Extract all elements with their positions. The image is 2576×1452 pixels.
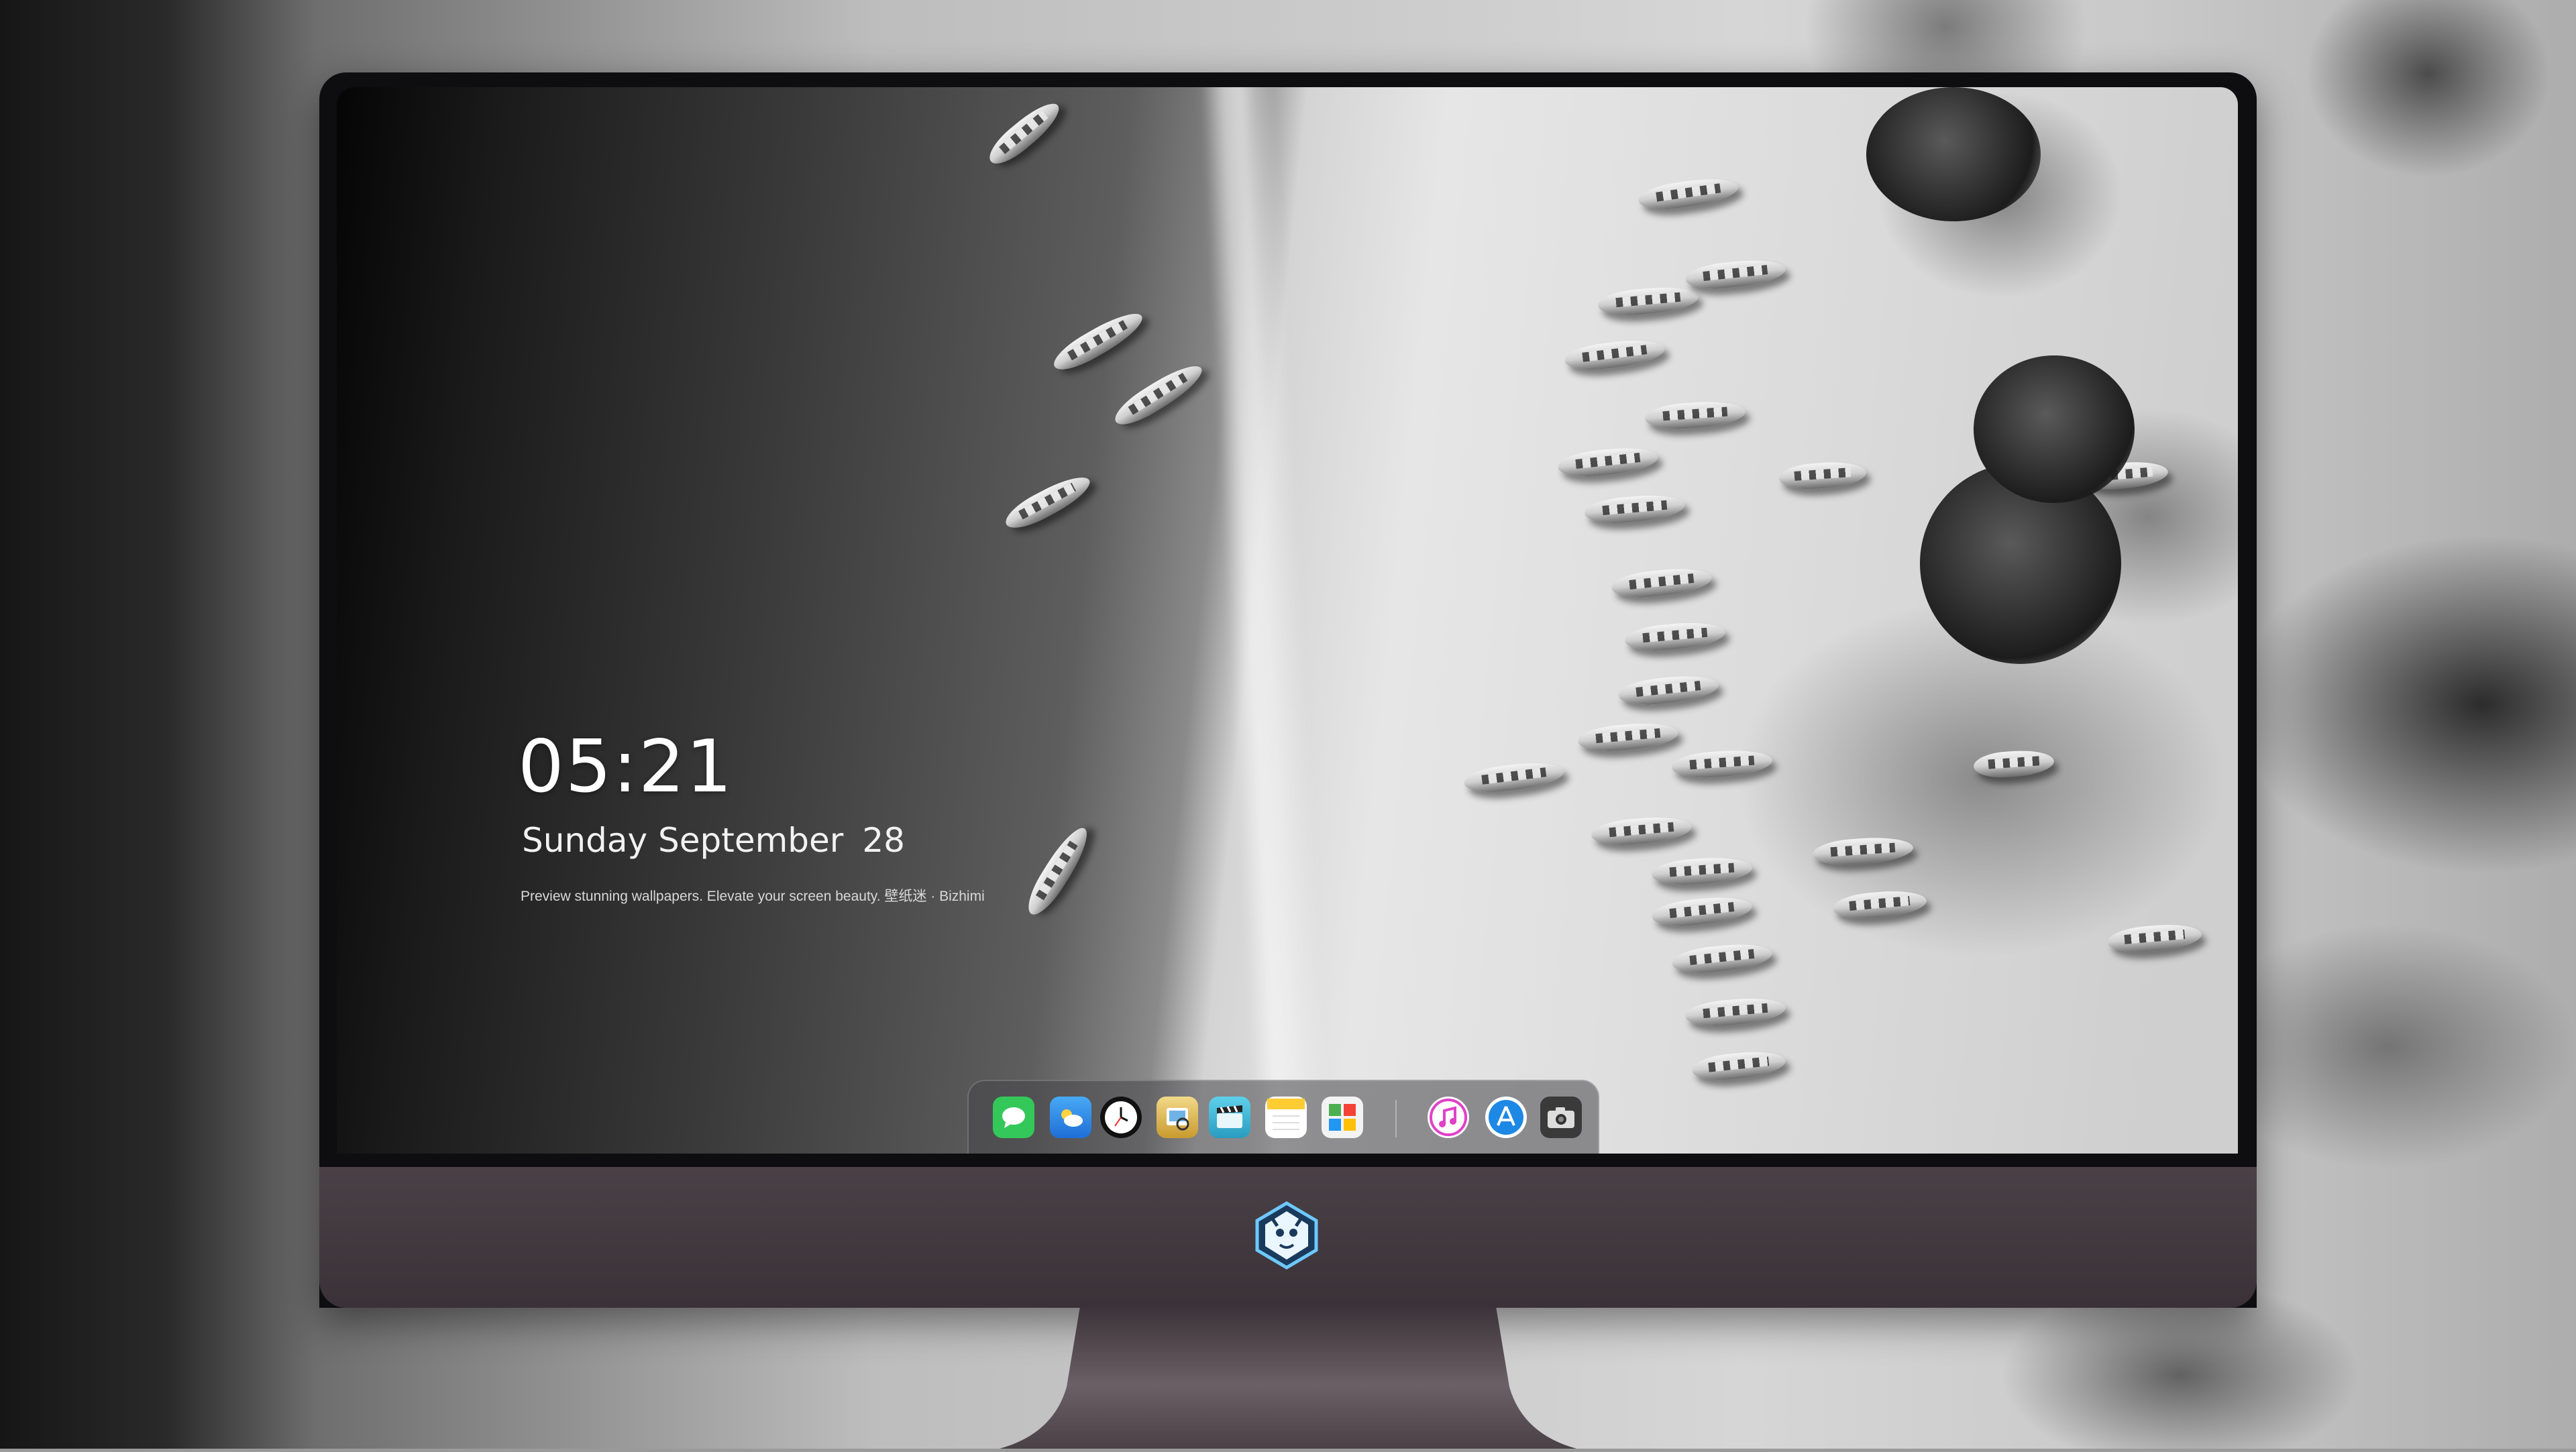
wallpaper-boat xyxy=(1610,565,1713,601)
wallpaper-boat xyxy=(1623,619,1727,654)
wallpaper-tagline: Preview stunning wallpapers. Elevate you… xyxy=(521,889,985,904)
monitor-stand xyxy=(986,1306,1590,1449)
music-icon[interactable] xyxy=(1428,1097,1469,1138)
preview-icon[interactable] xyxy=(1157,1097,1198,1138)
wallpaper-boat xyxy=(1020,822,1095,921)
date-weekday-month: Sunday September xyxy=(522,821,844,860)
wallpaper-boat xyxy=(1811,834,1915,868)
messages-icon[interactable] xyxy=(993,1097,1034,1138)
wallpaper-surf-line xyxy=(1199,87,1333,1154)
wallpaper-boat xyxy=(1109,357,1208,433)
wallpaper-boat xyxy=(1644,398,1747,432)
wallpaper-boat xyxy=(1556,444,1660,480)
wallpaper-boat xyxy=(1597,284,1700,319)
clock-icon[interactable] xyxy=(1100,1097,1142,1138)
wallpaper-tree xyxy=(1866,87,2041,221)
desktop-wallpaper xyxy=(337,87,2238,1154)
wallpaper-boat xyxy=(1583,492,1686,526)
wallpaper-boat xyxy=(982,95,1067,172)
wallpaper-boat xyxy=(1576,720,1680,755)
app-store-icon[interactable] xyxy=(1485,1097,1527,1138)
wallpaper-tree xyxy=(1974,355,2135,503)
wallpaper-boat xyxy=(1972,748,2055,780)
wallpaper-boat xyxy=(1650,854,1754,888)
camera-icon[interactable] xyxy=(1540,1097,1582,1138)
wallpaper-boat xyxy=(1462,759,1566,796)
wallpaper-boat xyxy=(1563,336,1666,374)
wallpaper-boat xyxy=(1000,469,1095,536)
wallpaper-boat xyxy=(1670,940,1774,976)
lock-clock-time: 05:21 xyxy=(518,725,734,809)
wallpaper-boat xyxy=(1831,887,1928,922)
wallpaper-boat xyxy=(1650,893,1754,930)
photo-booth-icon[interactable] xyxy=(1322,1097,1363,1138)
wallpaper-boat xyxy=(1637,174,1740,214)
wallpaper-boat xyxy=(1778,459,1868,492)
wallpaper-boat xyxy=(1670,747,1774,781)
weather-icon[interactable] xyxy=(1050,1097,1091,1138)
wallpaper-boat xyxy=(1684,256,1787,292)
wallpaper-boat xyxy=(2106,921,2203,956)
dock-divider xyxy=(1395,1100,1397,1137)
date-day: 28 xyxy=(862,821,905,860)
wallpaper-boat xyxy=(1048,305,1148,378)
lock-clock-date: Sunday September 28 xyxy=(522,824,905,857)
wallpaper-boat xyxy=(1590,814,1693,848)
wallpaper-boat xyxy=(1684,995,1787,1029)
wallpaper-boat xyxy=(1617,672,1720,708)
wallpaper-boat xyxy=(1690,1048,1787,1084)
brand-logo xyxy=(1252,1200,1322,1270)
clips-icon[interactable] xyxy=(1209,1097,1250,1138)
notes-icon[interactable] xyxy=(1265,1097,1307,1138)
